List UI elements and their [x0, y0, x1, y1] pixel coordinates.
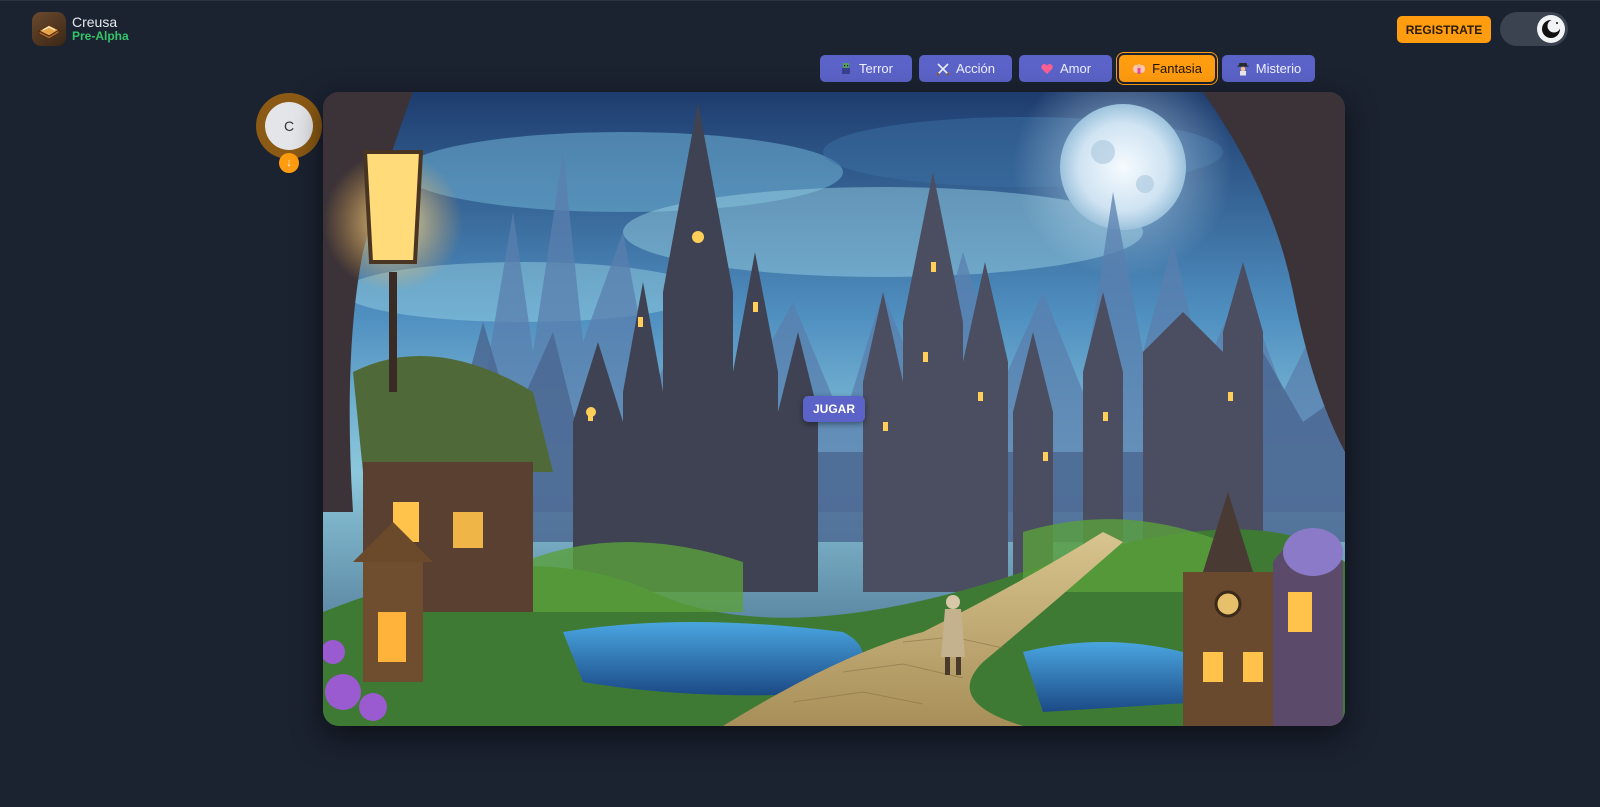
tab-terror[interactable]: Terror	[820, 55, 912, 82]
heart-icon	[1040, 62, 1054, 76]
tab-accion-label: Acción	[955, 61, 996, 76]
theme-toggle[interactable]	[1500, 12, 1568, 46]
avatar[interactable]: C	[256, 93, 322, 159]
register-button[interactable]: REGISTRATE	[1397, 16, 1491, 43]
brand-name: Creusa	[72, 14, 118, 30]
detective-icon	[1236, 62, 1250, 76]
tab-amor[interactable]: Amor	[1019, 55, 1112, 82]
genre-tabs: Terror Acción Amor Fantasia Misterio	[820, 55, 1315, 82]
avatar-initial: C	[265, 102, 313, 150]
tab-terror-label: Terror	[859, 61, 893, 76]
avatar-dropdown-badge[interactable]: ↓	[279, 153, 299, 173]
moon-icon	[1537, 15, 1565, 43]
play-button[interactable]: JUGAR	[803, 396, 865, 422]
fairy-icon	[1132, 62, 1146, 76]
tab-fantasia-label: Fantasia	[1152, 61, 1202, 76]
brand-text: Creusa Pre-Alpha	[72, 15, 129, 43]
zombie-icon	[839, 62, 853, 76]
brand-tag: Pre-Alpha	[72, 29, 129, 43]
tab-amor-label: Amor	[1059, 61, 1092, 76]
tab-misterio-label: Misterio	[1255, 61, 1302, 76]
crossed-swords-icon	[936, 62, 950, 76]
brand[interactable]: Creusa Pre-Alpha	[32, 12, 129, 46]
tab-fantasia[interactable]: Fantasia	[1119, 55, 1215, 82]
tab-misterio[interactable]: Misterio	[1222, 55, 1315, 82]
book-icon	[32, 12, 66, 46]
tab-accion[interactable]: Acción	[919, 55, 1012, 82]
